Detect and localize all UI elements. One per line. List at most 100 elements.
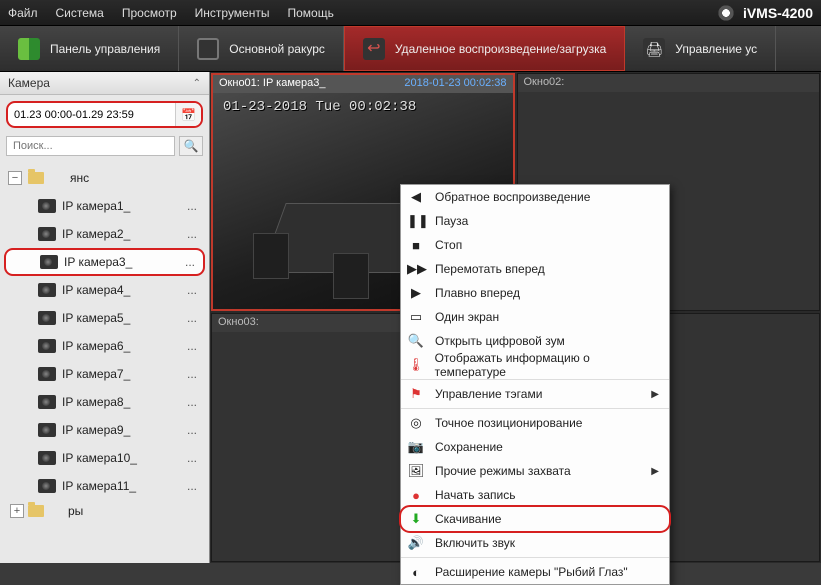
camera-icon: [38, 367, 56, 381]
tab-label: Панель управления: [50, 42, 160, 56]
ctx-fast-forward[interactable]: ▶▶Перемотать вперед: [401, 257, 669, 281]
ctx-label: Включить звук: [435, 536, 515, 550]
item-more[interactable]: ...: [183, 451, 201, 465]
ctx-precise-position[interactable]: ◎Точное позиционирование: [401, 411, 669, 435]
camera-icon: [38, 451, 56, 465]
fisheye-icon: ◐: [407, 565, 425, 580]
camera-icon: [38, 423, 56, 437]
ctx-digital-zoom[interactable]: 🔍 Открыть цифровой зум: [401, 329, 669, 353]
search-input[interactable]: [6, 136, 175, 156]
ctx-label: Плавно вперед: [435, 286, 520, 300]
tree-item-camera3[interactable]: IP камера3_ ...: [4, 248, 205, 276]
ctx-label: Управление тэгами: [435, 387, 542, 401]
calendar-button[interactable]: 📅: [175, 103, 201, 126]
ctx-label: Открыть цифровой зум: [435, 334, 565, 348]
ctx-label: Обратное воспроизведение: [435, 190, 590, 204]
tree-item-camera2[interactable]: IP камера2_ ...: [4, 220, 205, 248]
ctx-slow-forward[interactable]: ▶ Плавно вперед: [401, 281, 669, 305]
menu-file[interactable]: Файл: [8, 6, 38, 20]
tree-item-camera11[interactable]: IP камера11_ ...: [4, 472, 205, 500]
tree-item-camera8[interactable]: IP камера8_ ...: [4, 388, 205, 416]
tree-item-camera7[interactable]: IP камера7_ ...: [4, 360, 205, 388]
item-more[interactable]: ...: [183, 423, 201, 437]
menu-system[interactable]: Система: [56, 6, 104, 20]
menu-tools[interactable]: Инструменты: [195, 6, 270, 20]
ctx-download[interactable]: ⬇Скачивание: [401, 507, 669, 531]
item-more[interactable]: ...: [183, 339, 201, 353]
menu-view[interactable]: Просмотр: [122, 6, 177, 20]
ctx-other-capture[interactable]: 🖼Прочие режимы захвата▶: [401, 459, 669, 483]
tab-remote-playback[interactable]: Удаленное воспроизведение/загрузка: [344, 26, 625, 71]
expand-toggle[interactable]: +: [10, 504, 24, 518]
ctx-reverse-playback[interactable]: ◀Обратное воспроизведение: [401, 185, 669, 209]
item-label: IP камера10_: [62, 451, 137, 465]
tree-item-camera4[interactable]: IP камера4_ ...: [4, 276, 205, 304]
collapse-toggle[interactable]: −: [8, 171, 22, 185]
tab-label: Основной ракурс: [229, 42, 325, 56]
tab-main-view[interactable]: Основной ракурс: [179, 26, 344, 71]
tab-device-config[interactable]: Управление ус: [625, 26, 776, 71]
item-label: IP камера6_: [62, 339, 130, 353]
tree-item-camera9[interactable]: IP камера9_ ...: [4, 416, 205, 444]
menu-help[interactable]: Помощь: [287, 6, 333, 20]
view-icon: [197, 38, 219, 60]
context-menu: ◀Обратное воспроизведение ❚❚Пауза ■Стоп …: [400, 184, 670, 585]
item-more[interactable]: ...: [181, 255, 199, 269]
tree-item-camera6[interactable]: IP камера6_ ...: [4, 332, 205, 360]
item-more[interactable]: ...: [183, 311, 201, 325]
app-title: iVMS-4200: [717, 4, 813, 22]
zoom-icon: 🔍: [407, 333, 425, 349]
ctx-enable-sound[interactable]: 🔊 Включить звук: [401, 531, 669, 555]
ctx-tag-management[interactable]: ⚑Управление тэгами▶: [401, 382, 669, 406]
item-more[interactable]: ...: [183, 367, 201, 381]
ctx-fisheye[interactable]: ◐Расширение камеры "Рыбий Глаз": [401, 560, 669, 584]
ctx-label: Скачивание: [435, 512, 501, 526]
ctx-label: Прочие режимы захвата: [435, 464, 571, 478]
capture-icon: 🖼: [407, 463, 425, 479]
ctx-save[interactable]: 📷Сохранение: [401, 435, 669, 459]
ctx-temperature-info[interactable]: 🌡Отображать информацию о температуре: [401, 353, 669, 377]
tree-item-camera5[interactable]: IP камера5_ ...: [4, 304, 205, 332]
sidebar-header: Камера ⌃: [0, 72, 209, 95]
app-name: iVMS-4200: [743, 5, 813, 21]
item-label: IP камера8_: [62, 395, 130, 409]
tree-footer-group[interactable]: + ры: [4, 500, 205, 522]
camera-icon: [38, 479, 56, 493]
group-label: ры: [68, 504, 83, 518]
sound-icon: 🔊: [407, 535, 425, 551]
pause-icon: ❚❚: [407, 213, 425, 229]
ctx-separator: [401, 557, 669, 558]
camera-icon: [38, 227, 56, 241]
tab-label: Удаленное воспроизведение/загрузка: [395, 42, 606, 56]
remote-icon: [363, 38, 385, 60]
item-label: IP камера4_: [62, 283, 130, 297]
tree-item-camera1[interactable]: IP камера1_ ...: [4, 192, 205, 220]
date-range-input[interactable]: [8, 109, 175, 121]
item-more[interactable]: ...: [183, 395, 201, 409]
search-icon: 🔍: [184, 139, 199, 153]
search-button[interactable]: 🔍: [179, 136, 203, 156]
ctx-label: Стоп: [435, 238, 462, 252]
video-osd: 01-23-2018 Tue 00:02:38: [223, 99, 416, 115]
ctx-pause[interactable]: ❚❚Пауза: [401, 209, 669, 233]
ctx-separator: [401, 408, 669, 409]
tab-control-panel[interactable]: Панель управления: [0, 26, 179, 71]
item-label: IP камера1_: [62, 199, 130, 213]
calendar-icon: 📅: [181, 108, 196, 122]
collapse-icon[interactable]: ⌃: [193, 78, 201, 89]
camera-icon: [38, 395, 56, 409]
group-label: янс: [70, 171, 89, 185]
item-more[interactable]: ...: [183, 479, 201, 493]
submenu-arrow-icon: ▶: [651, 389, 659, 400]
tree-group[interactable]: − янс: [4, 164, 205, 192]
stop-icon: ■: [407, 238, 425, 253]
item-more[interactable]: ...: [183, 227, 201, 241]
ctx-single-screen[interactable]: ▭Один экран: [401, 305, 669, 329]
item-more[interactable]: ...: [183, 283, 201, 297]
tree-item-camera10[interactable]: IP камера10_ ...: [4, 444, 205, 472]
camera-tree: − янс IP камера1_ ... IP камера2_ ... IP…: [0, 162, 209, 563]
item-more[interactable]: ...: [183, 199, 201, 213]
ctx-stop[interactable]: ■ Стоп: [401, 233, 669, 257]
ctx-start-record[interactable]: ●Начать запись: [401, 483, 669, 507]
sf-icon: ▶: [407, 285, 425, 301]
